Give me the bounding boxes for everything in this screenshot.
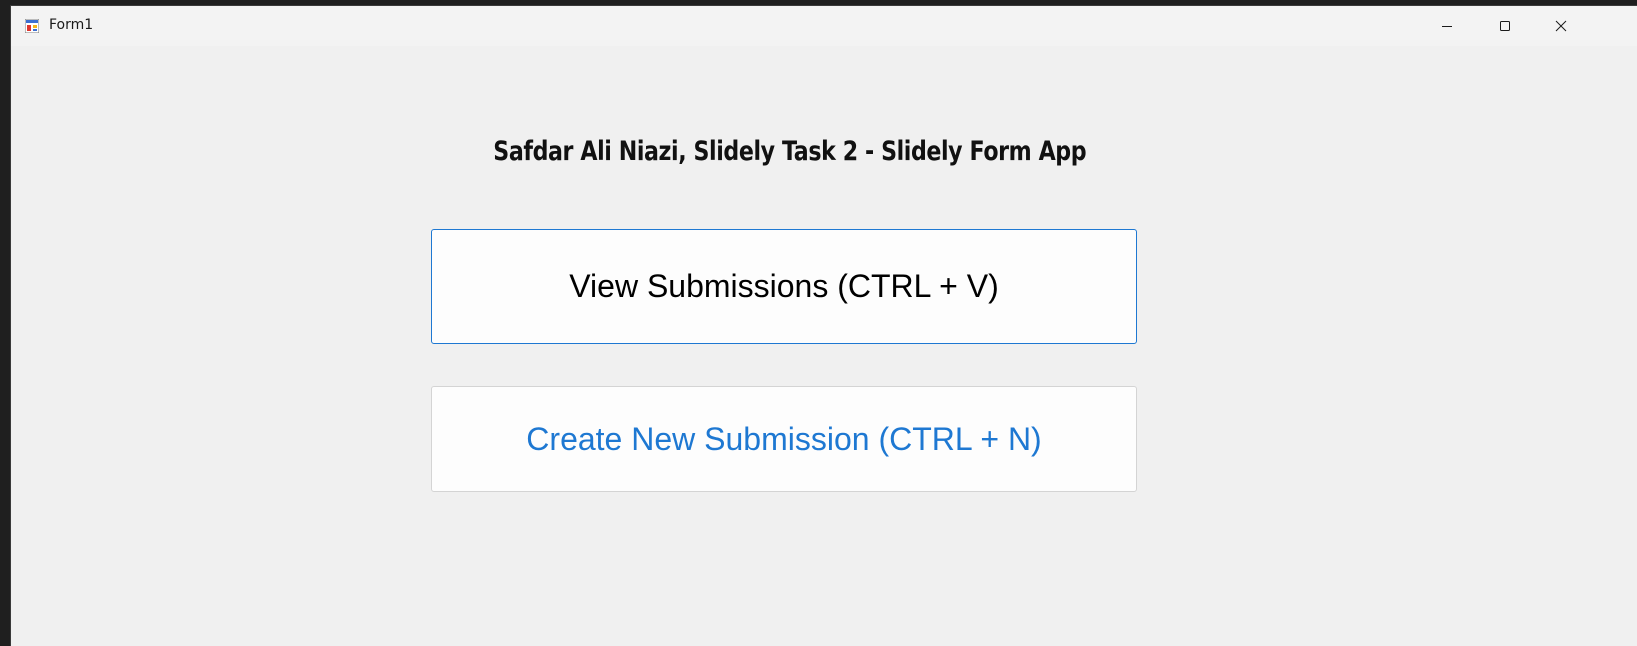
minimize-button[interactable] (1419, 6, 1475, 46)
form-app-icon (25, 19, 39, 33)
view-submissions-button[interactable]: View Submissions (CTRL + V) (431, 229, 1137, 344)
close-icon (1555, 20, 1567, 32)
form1-window: Form1 Safdar Ali Niazi, Slidely Task 2 -… (10, 5, 1637, 646)
minimize-icon (1442, 26, 1452, 27)
title-bar[interactable]: Form1 (11, 6, 1637, 46)
maximize-button[interactable] (1477, 6, 1533, 46)
close-button[interactable] (1533, 6, 1589, 46)
window-title: Form1 (49, 17, 94, 33)
page-heading: Safdar Ali Niazi, Slidely Task 2 - Slide… (493, 136, 1087, 167)
create-new-submission-label: Create New Submission (CTRL + N) (526, 420, 1042, 457)
maximize-icon (1500, 21, 1510, 31)
create-new-submission-button[interactable]: Create New Submission (CTRL + N) (431, 386, 1137, 492)
view-submissions-label: View Submissions (CTRL + V) (569, 268, 999, 304)
